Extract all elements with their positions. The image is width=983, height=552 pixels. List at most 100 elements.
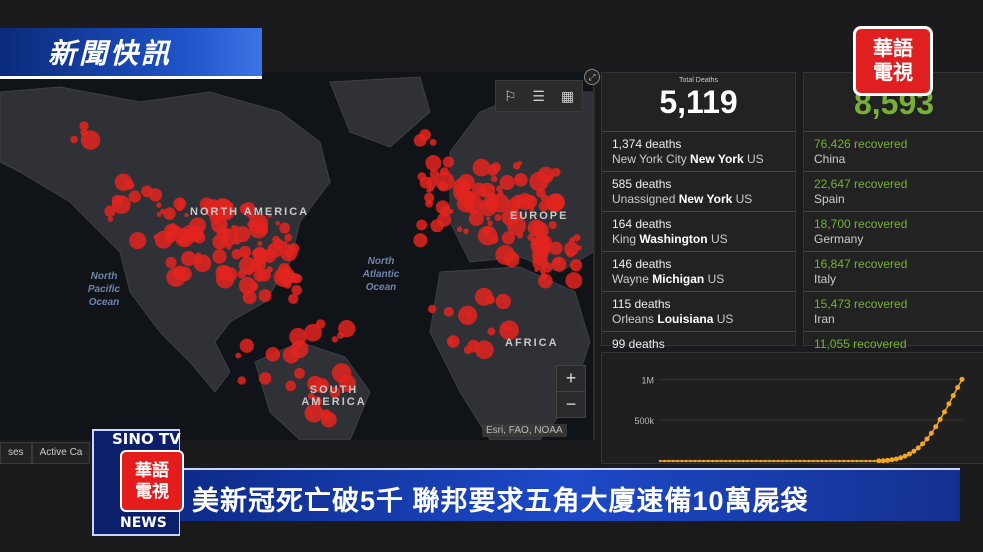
case-marker[interactable] — [499, 174, 515, 190]
case-marker[interactable] — [79, 121, 89, 131]
case-marker[interactable] — [515, 175, 522, 182]
case-marker[interactable] — [154, 230, 173, 249]
data-point[interactable] — [724, 459, 727, 463]
case-marker[interactable] — [258, 372, 272, 385]
case-marker[interactable] — [494, 213, 502, 222]
case-marker[interactable] — [156, 202, 162, 208]
case-marker[interactable] — [288, 243, 300, 254]
case-marker[interactable] — [486, 216, 491, 221]
case-marker[interactable] — [472, 158, 491, 177]
data-point[interactable] — [807, 459, 811, 463]
case-marker[interactable] — [235, 352, 242, 359]
case-marker[interactable] — [107, 216, 114, 222]
deaths-list-item[interactable]: 1,374 deaths New York City New York US — [602, 131, 795, 171]
case-marker[interactable] — [289, 327, 307, 346]
data-point[interactable] — [906, 451, 912, 457]
data-point[interactable] — [933, 424, 939, 430]
case-marker[interactable] — [416, 219, 428, 231]
data-point[interactable] — [698, 459, 701, 463]
case-marker[interactable] — [129, 232, 147, 250]
case-marker[interactable] — [534, 267, 539, 272]
case-marker[interactable] — [279, 222, 291, 234]
data-point[interactable] — [781, 459, 784, 463]
case-marker[interactable] — [532, 254, 548, 271]
data-point[interactable] — [885, 457, 891, 463]
case-marker[interactable] — [548, 221, 557, 230]
case-marker[interactable] — [497, 190, 504, 197]
data-point[interactable] — [746, 459, 749, 463]
recovered-list-item[interactable]: 18,700 recovered Germany — [804, 211, 983, 251]
deaths-list-item[interactable]: 585 deaths Unassigned New York US — [602, 171, 795, 211]
case-marker[interactable] — [237, 376, 246, 385]
case-marker[interactable] — [503, 251, 520, 268]
case-marker[interactable] — [215, 264, 232, 281]
case-marker[interactable] — [285, 380, 296, 392]
case-marker[interactable] — [532, 229, 538, 234]
case-marker[interactable] — [479, 198, 498, 217]
case-marker[interactable] — [111, 194, 123, 206]
data-point[interactable] — [842, 459, 846, 463]
case-marker[interactable] — [466, 311, 472, 317]
recovered-list-item[interactable]: 15,473 recovered Iran — [804, 291, 983, 331]
case-marker[interactable] — [114, 173, 133, 191]
data-point[interactable] — [833, 459, 837, 463]
case-marker[interactable] — [474, 287, 493, 306]
data-point[interactable] — [803, 459, 806, 463]
data-point[interactable] — [776, 459, 780, 463]
case-marker[interactable] — [148, 188, 163, 202]
data-point[interactable] — [829, 459, 832, 463]
case-marker[interactable] — [304, 323, 322, 342]
data-point[interactable] — [759, 459, 762, 463]
data-point[interactable] — [847, 459, 850, 463]
data-point[interactable] — [864, 459, 867, 463]
case-marker[interactable] — [569, 237, 575, 244]
case-marker[interactable] — [184, 213, 189, 218]
case-marker[interactable] — [453, 184, 470, 202]
case-marker[interactable] — [463, 345, 473, 355]
case-marker[interactable] — [331, 336, 339, 343]
case-marker[interactable] — [565, 272, 583, 289]
case-marker[interactable] — [427, 199, 432, 204]
data-point[interactable] — [898, 455, 904, 461]
data-point[interactable] — [893, 456, 899, 462]
data-point[interactable] — [671, 459, 675, 463]
case-marker[interactable] — [569, 259, 583, 272]
data-point[interactable] — [798, 459, 802, 463]
case-marker[interactable] — [530, 236, 550, 256]
data-point[interactable] — [711, 459, 714, 463]
case-marker[interactable] — [282, 240, 288, 246]
case-marker[interactable] — [523, 195, 538, 209]
case-marker[interactable] — [487, 220, 493, 226]
deaths-list-item[interactable]: 115 deaths Orleans Louisiana US — [602, 291, 795, 331]
case-marker[interactable] — [242, 251, 249, 258]
case-marker[interactable] — [479, 185, 486, 192]
zoom-out-button[interactable]: − — [557, 391, 585, 417]
case-marker[interactable] — [257, 241, 263, 247]
case-marker[interactable] — [320, 411, 337, 428]
data-point[interactable] — [702, 459, 705, 463]
data-point[interactable] — [928, 430, 934, 436]
case-marker[interactable] — [104, 205, 116, 217]
data-point[interactable] — [825, 459, 828, 463]
case-marker[interactable] — [435, 200, 450, 215]
tab-cases[interactable]: ses — [0, 442, 32, 464]
data-point[interactable] — [873, 459, 876, 463]
case-marker[interactable] — [549, 241, 563, 255]
data-point[interactable] — [794, 459, 797, 463]
case-marker[interactable] — [284, 233, 293, 242]
case-marker[interactable] — [419, 129, 431, 141]
case-marker[interactable] — [153, 234, 158, 239]
case-marker[interactable] — [429, 138, 437, 146]
data-point[interactable] — [676, 459, 679, 463]
case-marker[interactable] — [436, 212, 452, 227]
qr-icon[interactable]: ▦ — [561, 88, 574, 105]
data-point[interactable] — [937, 416, 943, 422]
recovered-list[interactable]: 76,426 recovered China 22,647 recovered Spa… — [804, 131, 983, 371]
case-marker[interactable] — [487, 327, 496, 336]
case-marker[interactable] — [475, 340, 494, 360]
data-point[interactable] — [755, 459, 758, 463]
case-marker[interactable] — [160, 208, 166, 215]
data-point[interactable] — [920, 441, 926, 447]
case-marker[interactable] — [70, 135, 78, 144]
data-point[interactable] — [663, 459, 666, 463]
